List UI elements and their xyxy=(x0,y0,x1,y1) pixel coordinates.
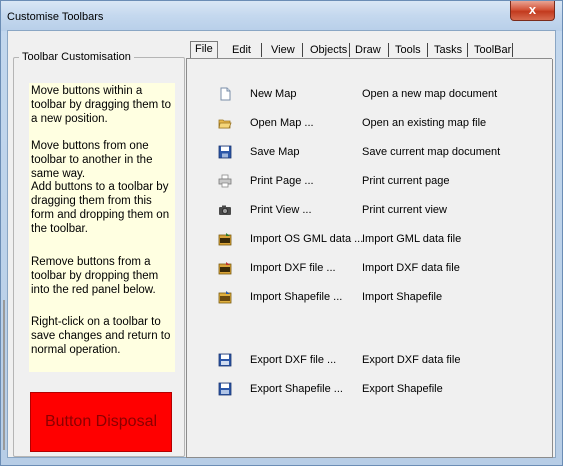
button-description: Open a new map document xyxy=(362,88,498,100)
tab-separator xyxy=(427,43,428,57)
tab-tasks[interactable]: Tasks xyxy=(434,44,462,56)
toolbar-button-row[interactable]: New Map Open a new map document xyxy=(187,85,550,105)
button-name: Import OS GML data ... xyxy=(250,233,364,245)
button-name: Print View ... xyxy=(250,204,312,216)
button-name: New Map xyxy=(250,88,297,100)
instruction-text: Remove buttons from a toolbar by droppin… xyxy=(31,256,159,296)
tab-separator xyxy=(302,43,303,57)
close-icon: x xyxy=(528,2,537,17)
save-disk-icon xyxy=(218,145,232,159)
button-description: Export Shapefile xyxy=(362,383,443,395)
toolbar-button-row[interactable]: Import DXF file ... Import DXF data file xyxy=(187,259,550,279)
instruction-text: Move buttons from one toolbar to another… xyxy=(31,140,153,180)
button-disposal-panel[interactable]: Button Disposal xyxy=(30,392,172,452)
button-name: Open Map ... xyxy=(250,117,314,129)
toolbar-button-row[interactable]: Print View ... Print current view xyxy=(187,201,550,221)
button-name: Import Shapefile ... xyxy=(250,291,343,303)
tab-view[interactable]: View xyxy=(271,44,295,56)
close-button[interactable]: x xyxy=(510,1,555,21)
instruction-text: Move buttons within a toolbar by draggin… xyxy=(31,85,172,125)
printer-icon xyxy=(218,174,232,188)
tab-draw[interactable]: Draw xyxy=(355,44,381,56)
toolbar-button-row[interactable]: Export Shapefile ... Export Shapefile xyxy=(187,380,550,400)
toolbar-button-row[interactable]: Export DXF file ... Export DXF data file xyxy=(187,351,550,371)
button-description: Import Shapefile xyxy=(362,291,443,303)
button-description: Print current page xyxy=(362,175,450,187)
button-description: Print current view xyxy=(362,204,447,216)
import-shp-icon xyxy=(218,291,232,304)
import-gml-icon xyxy=(218,233,232,246)
tab-separator xyxy=(388,43,389,57)
tab-file[interactable]: File xyxy=(190,41,218,58)
export-shp-icon xyxy=(218,382,232,396)
instruction-text: Right-click on a toolbar to save changes… xyxy=(31,316,171,356)
tab-tools[interactable]: Tools xyxy=(395,44,421,56)
instruction-text: Add buttons to a toolbar by dragging the… xyxy=(31,181,170,235)
toolbar-button-row[interactable]: Import OS GML data ... Import GML data f… xyxy=(187,230,550,250)
button-description: Import DXF data file xyxy=(362,262,460,274)
toolbar-button-row[interactable]: Print Page ... Print current page xyxy=(187,172,550,192)
tab-separator xyxy=(467,43,468,57)
button-name: Print Page ... xyxy=(250,175,314,187)
button-description: Save current map document xyxy=(362,146,501,158)
tab-edit[interactable]: Edit xyxy=(232,44,251,56)
button-name: Export Shapefile ... xyxy=(250,383,343,395)
button-description: Export DXF data file xyxy=(362,354,461,366)
button-description: Open an existing map file xyxy=(362,117,487,129)
button-name: Import DXF file ... xyxy=(250,262,336,274)
open-folder-icon xyxy=(218,119,232,129)
tab-objects[interactable]: Objects xyxy=(310,44,347,56)
camera-icon xyxy=(219,205,231,215)
tab-separator xyxy=(512,43,513,57)
button-description: Import GML data file xyxy=(362,233,462,245)
tab-toolbar[interactable]: ToolBar xyxy=(474,44,511,56)
button-name: Export DXF file ... xyxy=(250,354,337,366)
title-bar[interactable]: Customise Toolbars x xyxy=(1,1,562,31)
group-label: Toolbar Customisation xyxy=(19,51,134,63)
tab-separator xyxy=(261,43,262,57)
left-edge-divider xyxy=(3,300,5,450)
button-name: Save Map xyxy=(250,146,300,158)
toolbar-button-row[interactable]: Import Shapefile ... Import Shapefile xyxy=(187,288,550,308)
toolbar-button-row[interactable]: Open Map ... Open an existing map file xyxy=(187,114,550,134)
export-dxf-icon xyxy=(218,353,232,367)
window-title: Customise Toolbars xyxy=(7,11,104,23)
toolbar-button-row[interactable]: Save Map Save current map document xyxy=(187,143,550,163)
import-dxf-icon xyxy=(218,262,232,275)
tab-separator xyxy=(349,43,350,57)
new-document-icon xyxy=(220,87,231,101)
